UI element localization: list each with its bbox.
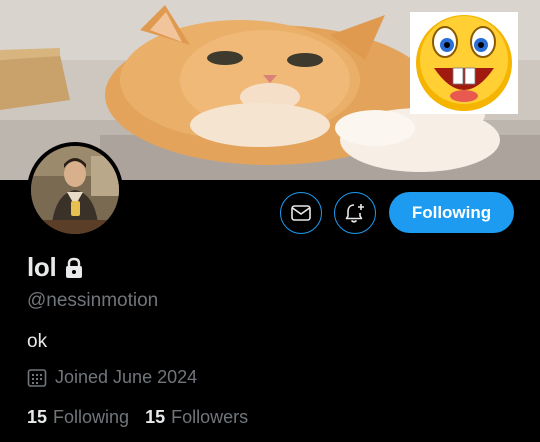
display-name: lol bbox=[27, 252, 57, 282]
envelope-icon bbox=[291, 205, 311, 221]
name-row: lol bbox=[27, 252, 84, 283]
follow-stats: 15 Following 15 Followers bbox=[27, 407, 248, 428]
notify-button[interactable] bbox=[334, 192, 376, 234]
joined-row: Joined June 2024 bbox=[27, 367, 197, 388]
bell-plus-icon bbox=[345, 204, 364, 223]
followers-label: Followers bbox=[171, 407, 249, 427]
followers-count: 15 bbox=[145, 407, 166, 427]
calendar-icon bbox=[27, 368, 47, 387]
message-button[interactable] bbox=[280, 192, 322, 234]
handle: @nessinmotion bbox=[27, 290, 159, 311]
following-count: 15 bbox=[27, 407, 48, 427]
joined-date: Joined June 2024 bbox=[55, 367, 198, 387]
avatar[interactable] bbox=[27, 142, 123, 238]
following-button[interactable]: Following bbox=[389, 192, 514, 233]
lock-icon bbox=[66, 257, 83, 278]
avatar-photo bbox=[31, 146, 119, 234]
bio: ok bbox=[27, 331, 48, 352]
followers-stat[interactable]: 15 Followers bbox=[145, 407, 248, 428]
following-label: Following bbox=[53, 407, 130, 427]
following-stat[interactable]: 15 Following bbox=[27, 407, 129, 428]
